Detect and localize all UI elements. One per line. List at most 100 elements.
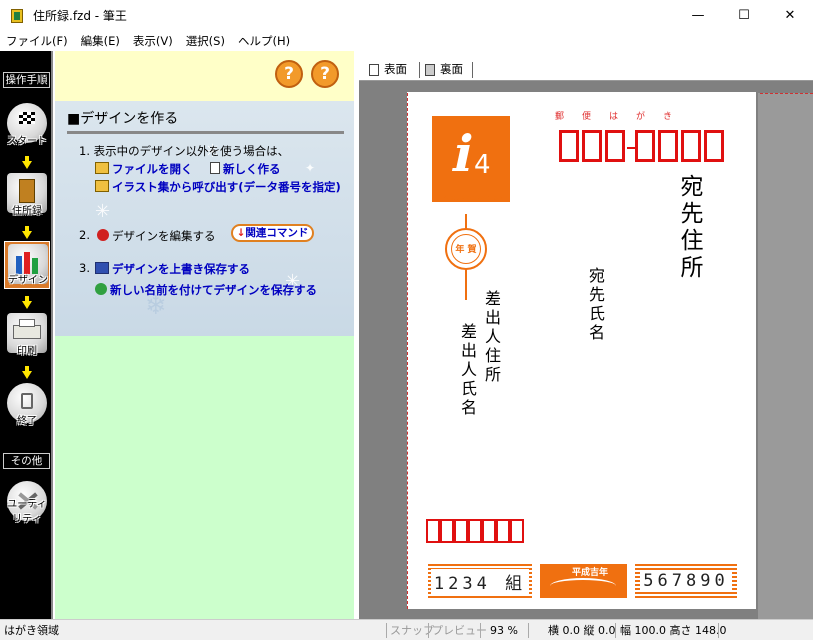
postal-code-box[interactable]	[704, 130, 724, 162]
close-button[interactable]: ✕	[767, 0, 813, 31]
edit-icon	[97, 229, 109, 241]
tab-back-label: 裏面	[440, 62, 463, 76]
postal-code-box[interactable]	[582, 130, 602, 162]
ops-exit-label: 終了	[17, 416, 37, 427]
status-size: 幅 100.0 高さ 148.0	[620, 624, 727, 637]
lottery-number: 567890	[640, 571, 732, 591]
sender-name[interactable]: 差出人氏名	[455, 323, 479, 418]
operations-sidebar: 操作手順 スタート 住所録 デザイン 印刷 終了 その他 ユーティリティ	[0, 51, 53, 619]
postal-header-char: 便	[582, 112, 592, 122]
front-side-icon	[369, 63, 379, 76]
year-label: 平成吉年	[572, 568, 609, 578]
sender-postal-box[interactable]	[440, 519, 454, 543]
postal-code-box[interactable]	[605, 130, 625, 162]
menu-view[interactable]: 表示(V)	[133, 33, 173, 49]
ops-address-book-label: 住所録	[12, 206, 42, 217]
save-as-link[interactable]: 新しい名前を付けてデザインを保存する	[95, 282, 317, 298]
menu-edit[interactable]: 編集(E)	[81, 33, 120, 49]
postcard[interactable]: 郵 便 は が き i 4 i-4 CORPORATION 年 賀 宛先住所 宛…	[407, 92, 756, 609]
postal-hyphen	[627, 147, 635, 149]
ops-utility-button[interactable]: ユーティリティ	[4, 479, 50, 527]
guide-empty-area	[55, 336, 354, 619]
design-canvas[interactable]: 郵 便 は が き i 4 i-4 CORPORATION 年 賀 宛先住所 宛…	[359, 81, 813, 619]
tab-divider	[472, 62, 473, 78]
guide-title: ■デザインを作る	[67, 111, 179, 127]
edit-design-text: デザインを編集する	[112, 229, 216, 243]
new-file-link[interactable]: 新しく作る	[210, 161, 281, 177]
new-document-icon	[210, 162, 220, 174]
recipient-address[interactable]: 宛先住所	[672, 174, 706, 282]
sender-postal-box[interactable]	[468, 519, 482, 543]
logo-corp-text: i-4 CORPORATION	[438, 194, 504, 202]
postal-code-box[interactable]	[658, 130, 678, 162]
guide-instructions: ✳ ✳ ✳ ❄ ✦ ■デザインを作る 1. 表示中のデザイン以外を使う場合は、 …	[55, 101, 354, 336]
menu-help[interactable]: ヘルプ(H)	[238, 33, 290, 49]
app-icon	[9, 8, 25, 24]
ops-design-button[interactable]: デザイン	[4, 241, 50, 289]
related-command-label: 関連コマンド	[245, 227, 309, 239]
postal-header-char: が	[636, 112, 646, 122]
arrow-down-icon	[22, 156, 32, 169]
pine-icon	[550, 578, 616, 594]
sparkle-icon: ✦	[305, 161, 316, 175]
postal-code-box[interactable]	[681, 130, 701, 162]
status-position: 横 0.0 縦 0.0	[548, 624, 616, 637]
ops-design-label: デザイン	[8, 275, 48, 286]
help-icon[interactable]: ?	[275, 60, 303, 88]
guide-toolbar: ? ?	[55, 51, 354, 101]
postal-code-box[interactable]	[635, 130, 655, 162]
postal-header-char: き	[663, 112, 673, 122]
guide-divider	[67, 131, 344, 134]
side-tabs: 表面 裏面	[359, 57, 813, 81]
ops-start-label: スタート	[7, 136, 47, 147]
recipient-name[interactable]: 宛先氏名	[583, 267, 607, 343]
open-file-label: ファイルを開く	[112, 162, 193, 176]
ops-exit-button[interactable]: 終了	[4, 381, 50, 429]
sparkle-icon: ✳	[95, 201, 111, 222]
status-divider	[528, 623, 529, 638]
step2-number: 2.	[79, 228, 90, 242]
related-command-button[interactable]: ↓関連コマンド	[231, 224, 314, 242]
ops-header: 操作手順	[3, 72, 50, 88]
sender-postal-box[interactable]	[454, 519, 468, 543]
minimize-button[interactable]: —	[675, 0, 721, 31]
year-emblem: 平成吉年	[540, 564, 627, 598]
sender-postal-box[interactable]	[426, 519, 440, 543]
canvas-right-margin	[758, 93, 813, 619]
menu-bar: ファイル(F) 編集(E) 表示(V) 選択(S) ヘルプ(H)	[0, 31, 813, 51]
ops-address-book-button[interactable]: 住所録	[4, 171, 50, 219]
save-as-label: 新しい名前を付けてデザインを保存する	[110, 283, 317, 297]
sender-postal-box[interactable]	[482, 519, 496, 543]
status-divider	[718, 623, 719, 638]
print-area-guide	[760, 93, 813, 94]
tab-divider	[419, 62, 420, 78]
nenga-stamp: 年 賀	[441, 214, 491, 300]
step3-number: 3.	[79, 261, 90, 275]
status-divider	[386, 623, 387, 638]
postal-code-box[interactable]	[559, 130, 579, 162]
illustration-icon	[95, 180, 109, 192]
menu-select[interactable]: 選択(S)	[186, 33, 225, 49]
status-area: はがき領域	[4, 624, 59, 637]
sender-postal-code[interactable]	[426, 519, 524, 543]
save-icon	[95, 262, 109, 274]
ops-print-button[interactable]: 印刷	[4, 311, 50, 359]
tab-back[interactable]: 裏面	[425, 60, 463, 79]
status-bar: はがき領域 スナップ プレビュー 93 % 横 0.0 縦 0.0 幅 100.…	[0, 619, 813, 640]
sender-postal-box[interactable]	[510, 519, 524, 543]
sender-address[interactable]: 差出人住所	[479, 290, 503, 385]
whats-this-help-icon[interactable]: ?	[311, 60, 339, 88]
arrow-down-icon	[22, 366, 32, 379]
tab-front[interactable]: 表面	[369, 60, 407, 79]
overwrite-save-link[interactable]: デザインを上書き保存する	[95, 261, 250, 277]
menu-file[interactable]: ファイル(F)	[6, 33, 68, 49]
status-divider	[480, 623, 481, 638]
open-file-link[interactable]: ファイルを開く	[95, 161, 193, 177]
illustration-link[interactable]: イラスト集から呼び出す(データ番号を指定)	[95, 180, 345, 195]
ops-other-header: その他	[3, 453, 50, 469]
ops-start-button[interactable]: スタート	[4, 101, 50, 149]
maximize-button[interactable]: ☐	[721, 0, 767, 31]
sender-postal-box[interactable]	[496, 519, 510, 543]
status-preview[interactable]: プレビュー	[432, 623, 487, 638]
print-area-guide	[407, 93, 408, 609]
